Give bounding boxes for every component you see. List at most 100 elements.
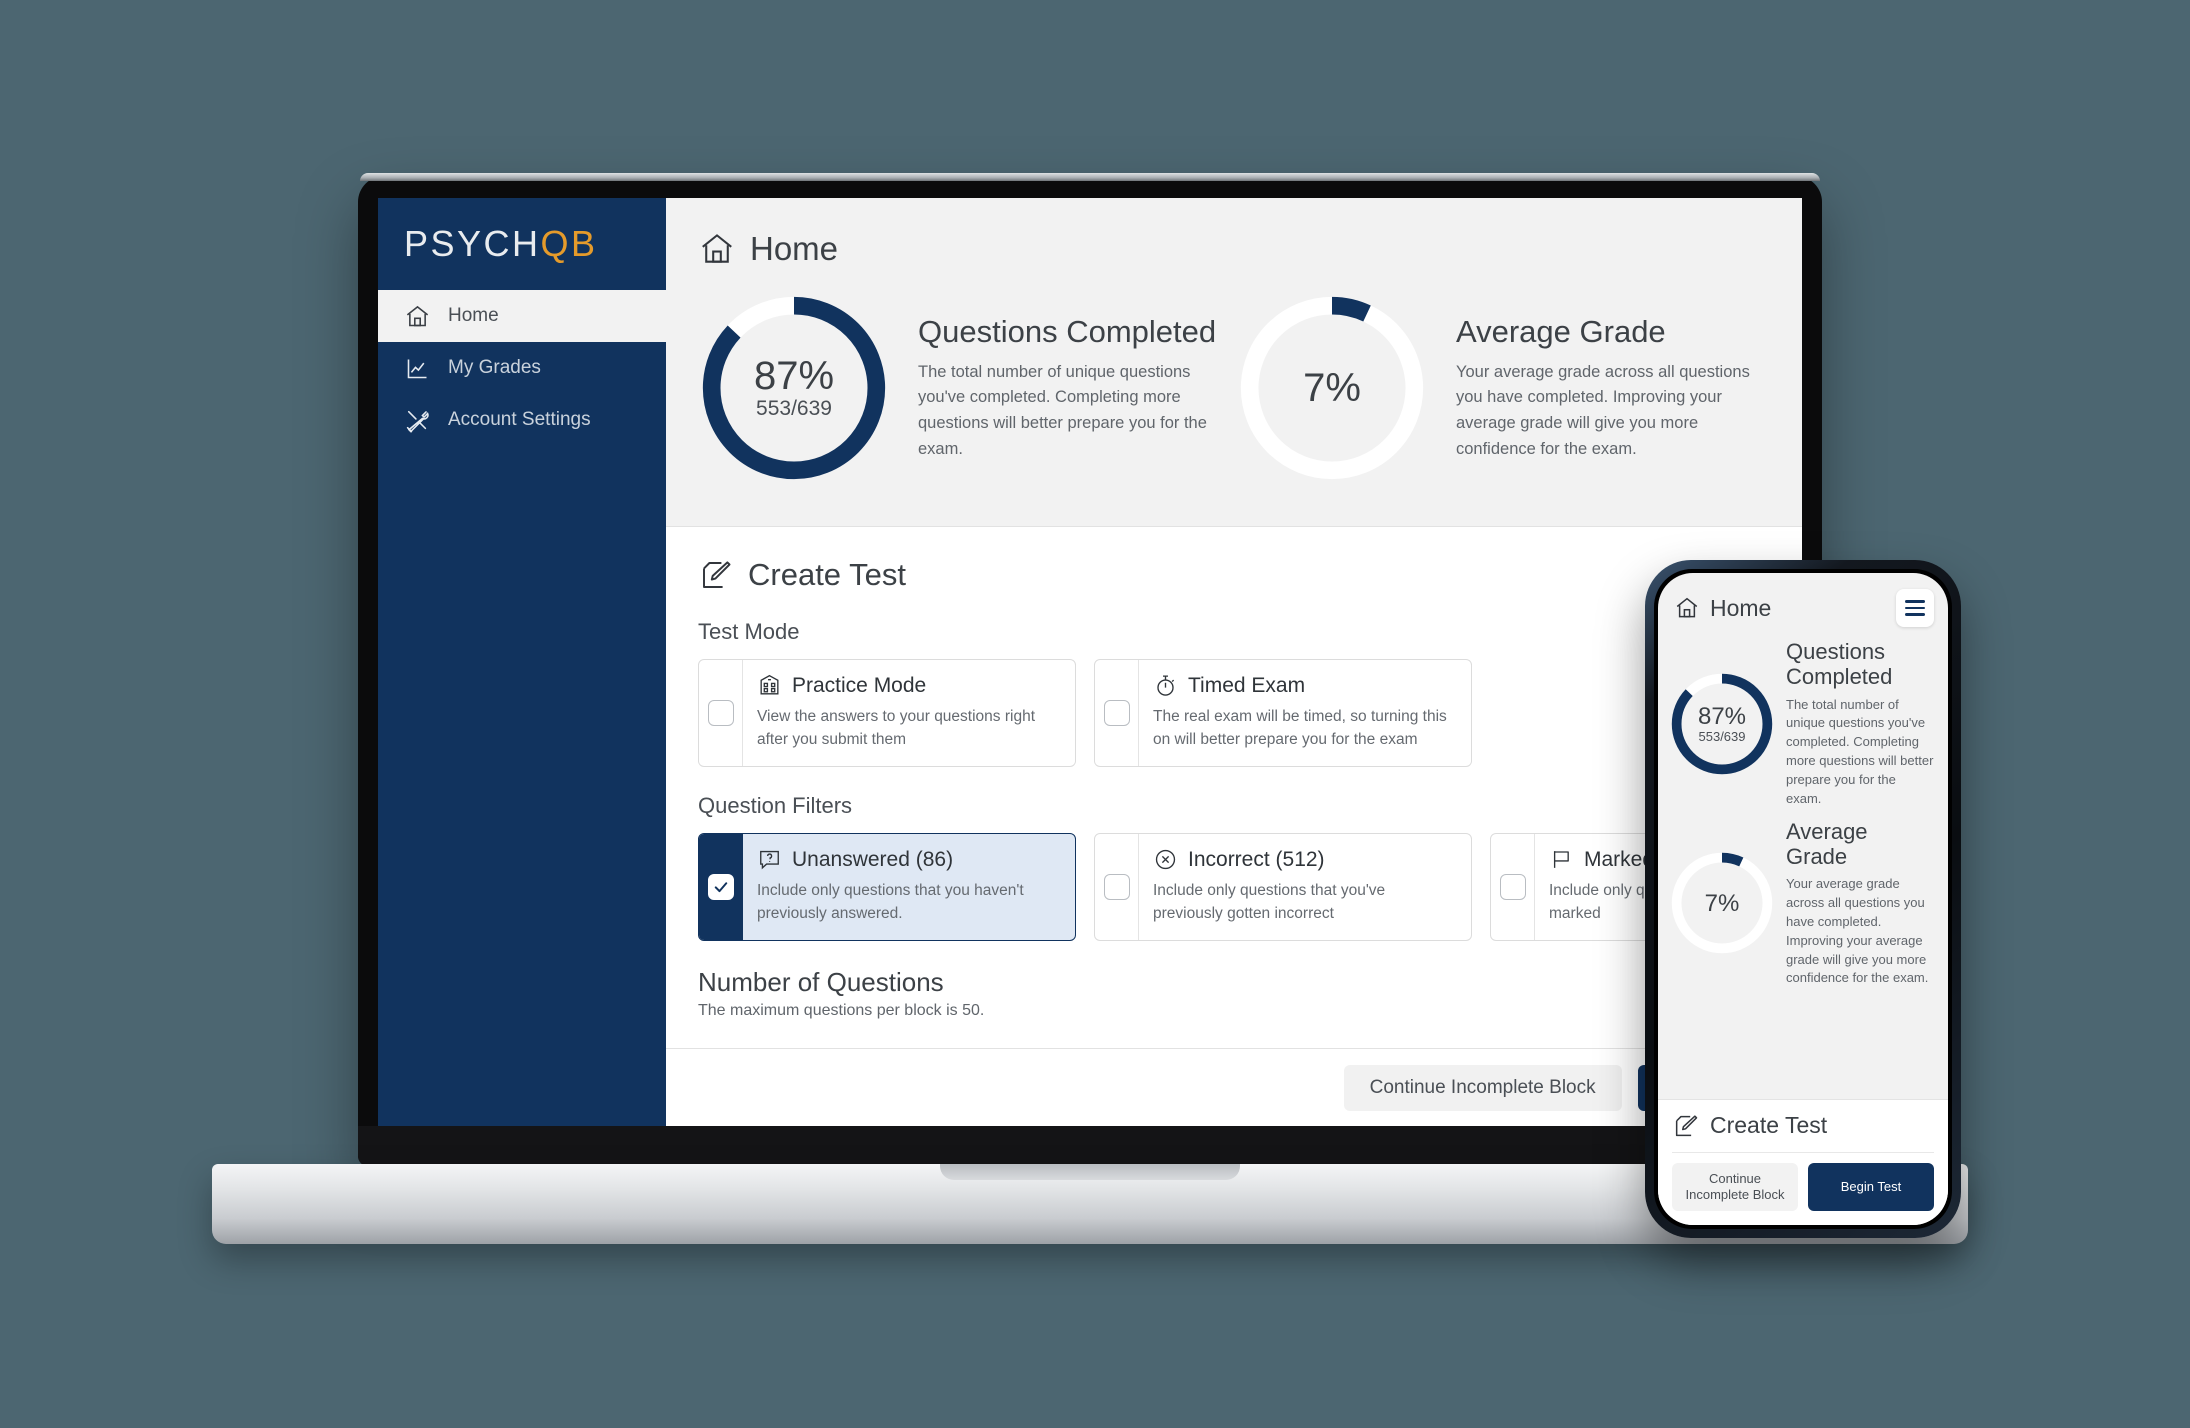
card-label: Incorrect (512)	[1188, 847, 1325, 871]
stopwatch-icon	[1153, 673, 1178, 698]
timed-exam-checkbox[interactable]	[1103, 700, 1130, 726]
phone-average-grade-donut: 7%	[1668, 849, 1776, 957]
sidebar-item-home[interactable]: Home	[378, 290, 666, 342]
burger-line	[1905, 600, 1925, 603]
stat-text: Average Grade Your average grade across …	[1456, 314, 1772, 462]
stat-text: Questions Completed The total number of …	[918, 314, 1234, 462]
card-description: The real exam will be timed, so turning …	[1153, 708, 1447, 749]
phone-mockup: Home 87% 553/639 Questions Completed The…	[1645, 560, 1961, 1238]
card-body: Timed Exam The real exam will be timed, …	[1139, 660, 1471, 766]
donut-percent: 7%	[1303, 366, 1361, 410]
question-filter-card-unanswered[interactable]: Unanswered (86) Include only questions t…	[698, 833, 1076, 941]
laptop-chin	[358, 1126, 1822, 1166]
stats-section: 87% 553/639 Questions Completed The tota…	[666, 268, 1802, 526]
chart-line-icon	[402, 353, 432, 383]
phone-stat-title: Average Grade	[1786, 818, 1868, 869]
phone-bezel: Home 87% 553/639 Questions Completed The…	[1654, 569, 1952, 1229]
card-title: Unanswered (86)	[757, 847, 1059, 872]
checkbox-cell[interactable]	[699, 834, 743, 940]
donut-center-text: 7%	[1668, 849, 1776, 957]
phone-create-test-title: Create Test	[1710, 1112, 1828, 1138]
main-content: Home 87% 553/639 Questions Completed The…	[666, 198, 1802, 1126]
card-label: Practice Mode	[792, 673, 927, 697]
donut-center-text: 7%	[1234, 290, 1430, 486]
phone-questions-completed-donut: 87% 553/639	[1668, 670, 1776, 778]
phone-frame: Home 87% 553/639 Questions Completed The…	[1645, 560, 1961, 1238]
checkbox-cell[interactable]	[1491, 834, 1535, 940]
brand-name-primary: PSYCH	[404, 223, 541, 264]
create-test-title: Create Test	[748, 557, 906, 592]
card-title: Incorrect (512)	[1153, 847, 1455, 872]
create-test-panel: Create Test Test Mode Practice Mode View…	[666, 526, 1802, 1126]
card-body: Practice Mode View the answers to your q…	[743, 660, 1075, 766]
donut-percent: 7%	[1704, 889, 1740, 917]
checkbox-cell[interactable]	[699, 660, 743, 766]
checkbox-cell[interactable]	[1095, 834, 1139, 940]
pencil-square-icon	[1672, 1112, 1700, 1140]
number-of-questions-description: The maximum questions per block is 50.	[698, 1002, 985, 1019]
donut-subtext: 553/639	[756, 397, 832, 420]
phone-begin-test-button[interactable]: Begin Test	[1808, 1162, 1934, 1211]
flag-icon	[1549, 847, 1574, 872]
card-description: View the answers to your questions right…	[757, 708, 1036, 749]
action-bar: Continue Incomplete Block Begin Test	[666, 1048, 1802, 1126]
test-mode-label: Test Mode	[698, 619, 800, 644]
phone-stat-description: The total number of unique questions you…	[1786, 696, 1934, 806]
phone-page-title: Home	[1710, 594, 1772, 621]
sidebar-item-label: Account Settings	[448, 409, 591, 430]
pencil-square-icon	[698, 557, 734, 593]
phone-create-test-panel: Create Test Continue Incomplete Block Be…	[1658, 1098, 1948, 1226]
laptop-screen: PSYCH QB Home My Grades Account Settings…	[378, 198, 1802, 1126]
card-title: Timed Exam	[1153, 673, 1455, 698]
donut-center-text: 87% 553/639	[696, 290, 892, 486]
marked-checkbox[interactable]	[1499, 874, 1526, 900]
sidebar: PSYCH QB Home My Grades Account Settings	[378, 198, 666, 1126]
phone-create-test-header: Create Test	[1672, 1112, 1934, 1152]
hamburger-menu-icon[interactable]	[1896, 589, 1934, 627]
card-body: Incorrect (512) Include only questions t…	[1139, 834, 1471, 940]
incorrect-checkbox[interactable]	[1103, 874, 1130, 900]
stat-title: Average Grade	[1456, 313, 1666, 349]
sidebar-item-account-settings[interactable]: Account Settings	[378, 394, 666, 446]
brand-logo: PSYCH QB	[378, 198, 666, 290]
phone-stat-questions-completed: 87% 553/639 Questions Completed The tota…	[1668, 639, 1934, 809]
test-mode-card-timed[interactable]: Timed Exam The real exam will be timed, …	[1094, 659, 1472, 767]
stat-description: The total number of unique questions you…	[918, 362, 1207, 458]
phone-action-bar: Continue Incomplete Block Begin Test	[1672, 1151, 1934, 1226]
burger-line	[1905, 613, 1925, 616]
question-filter-card-incorrect[interactable]: Incorrect (512) Include only questions t…	[1094, 833, 1472, 941]
unanswered-checkbox[interactable]	[708, 874, 734, 900]
checkbox-cell[interactable]	[1095, 660, 1139, 766]
average-grade-donut: 7%	[1234, 290, 1430, 486]
laptop-lid: PSYCH QB Home My Grades Account Settings…	[358, 173, 1822, 1166]
card-label: Unanswered (86)	[792, 847, 954, 871]
phone-screen: Home 87% 553/639 Questions Completed The…	[1658, 573, 1948, 1225]
card-label: Timed Exam	[1188, 673, 1306, 697]
question-filters-label: Question Filters	[698, 793, 853, 818]
donut-percent: 87%	[1697, 702, 1747, 730]
number-of-questions-label: Number of Questions	[698, 967, 944, 997]
phone-continue-incomplete-block-button[interactable]: Continue Incomplete Block	[1672, 1162, 1798, 1211]
practice-mode-checkbox[interactable]	[707, 700, 734, 726]
phone-stat-text: Average Grade Your average grade across …	[1786, 819, 1934, 989]
donut-subtext: 553/639	[1698, 728, 1746, 744]
sidebar-item-my-grades[interactable]: My Grades	[378, 342, 666, 394]
question-filter-cards: Unanswered (86) Include only questions t…	[698, 833, 1802, 941]
phone-stat-description: Your average grade across all questions …	[1786, 876, 1929, 986]
questions-completed-donut: 87% 553/639	[696, 290, 892, 486]
donut-percent: 87%	[753, 354, 835, 398]
create-test-header: Create Test	[698, 557, 1770, 593]
phone-stats-section: 87% 553/639 Questions Completed The tota…	[1658, 635, 1948, 1008]
card-title: Practice Mode	[757, 673, 1059, 698]
phone-stat-title: Questions Completed	[1786, 639, 1893, 690]
question-bubble-icon	[757, 847, 782, 872]
test-mode-card-practice[interactable]: Practice Mode View the answers to your q…	[698, 659, 1076, 767]
phone-header-left: Home	[1674, 595, 1771, 622]
page-header: Home	[666, 198, 1802, 268]
tools-icon	[402, 405, 432, 435]
card-description: Include only questions that you haven't …	[757, 882, 1024, 923]
laptop-mockup: PSYCH QB Home My Grades Account Settings…	[212, 173, 1968, 1244]
home-icon	[1674, 595, 1700, 621]
continue-incomplete-block-button[interactable]: Continue Incomplete Block	[1343, 1064, 1622, 1111]
brand-name-accent: QB	[540, 223, 598, 264]
